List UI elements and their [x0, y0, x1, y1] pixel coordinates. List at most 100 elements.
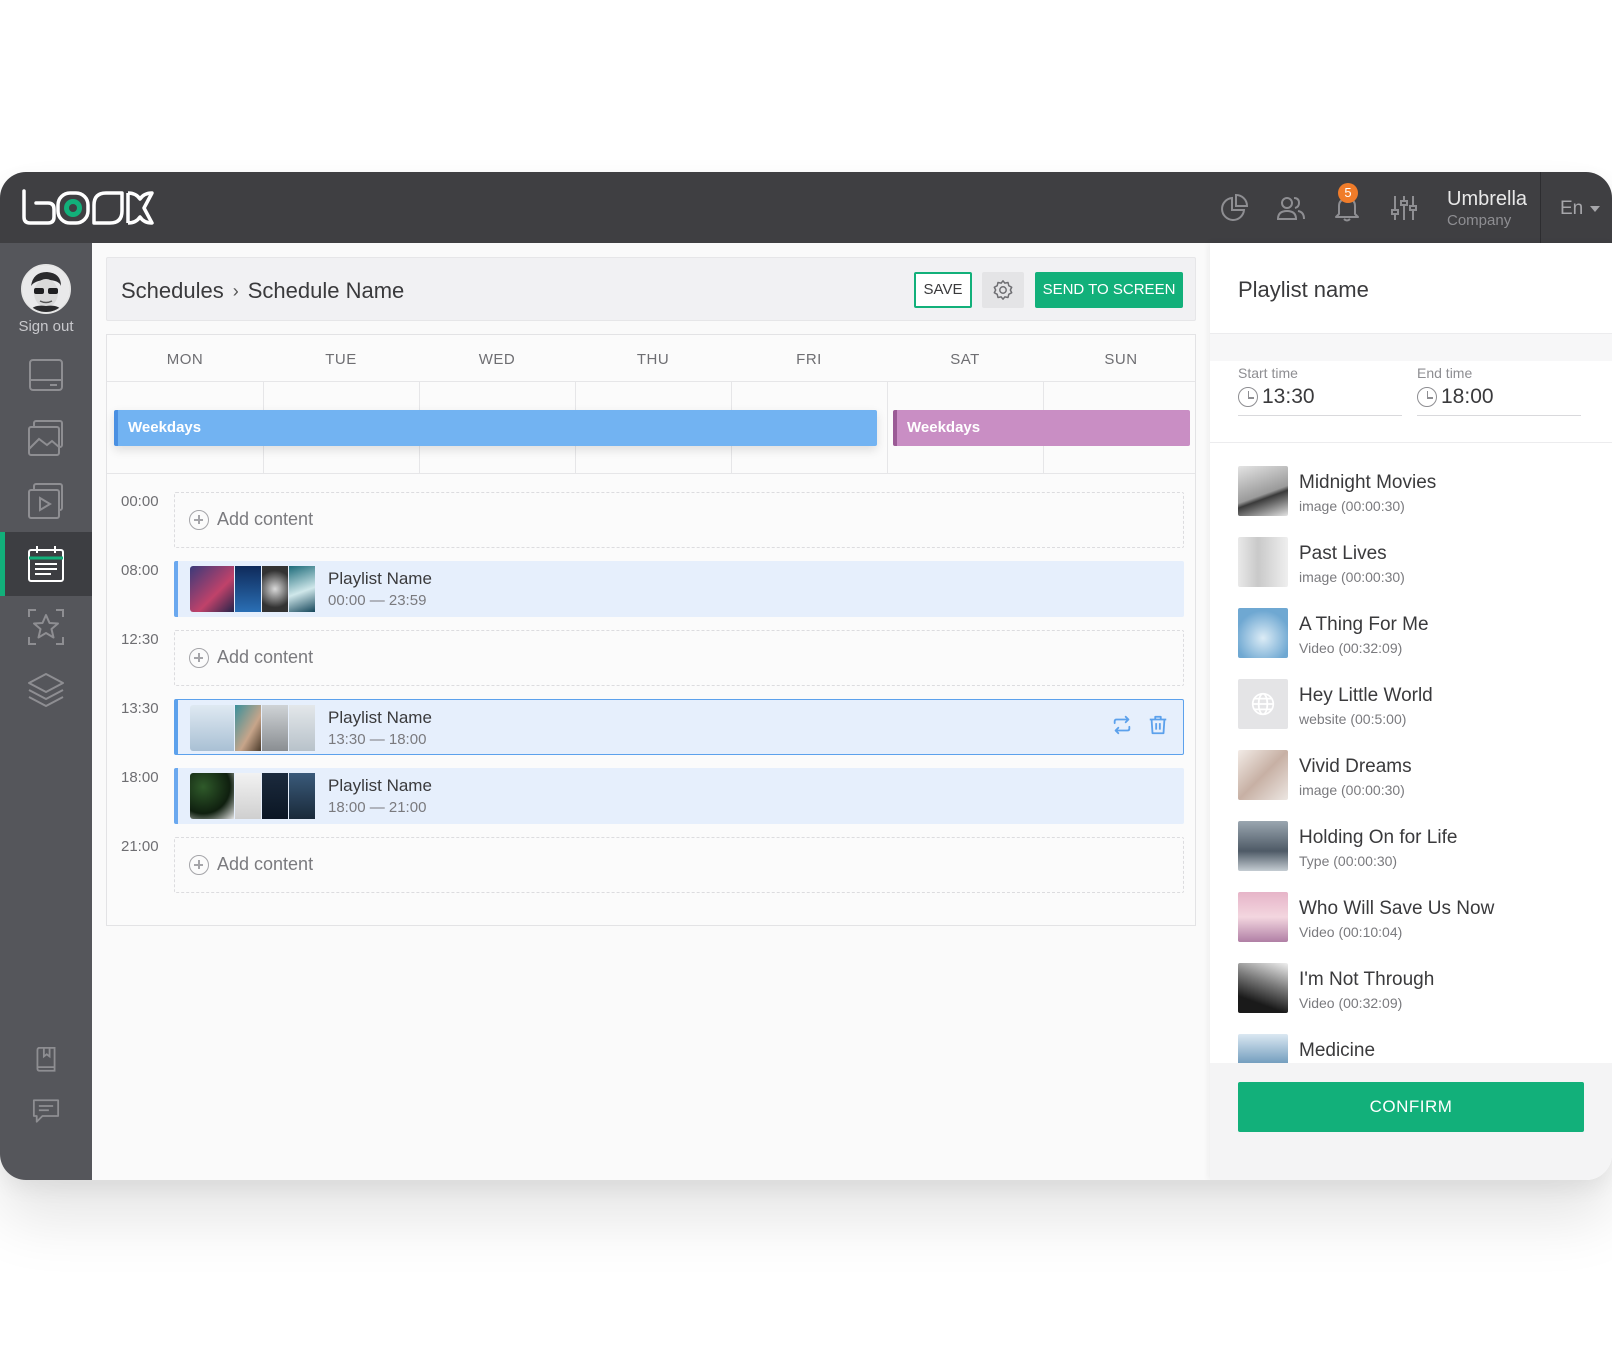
company-name[interactable]: Umbrella: [1447, 188, 1527, 211]
add-content-button[interactable]: Add content: [189, 509, 313, 530]
media-title: Past Lives: [1299, 543, 1387, 564]
media-subtitle: image (00:00:30): [1299, 498, 1405, 514]
thumbnail-image: [262, 705, 288, 751]
thumbnail-image: [235, 566, 261, 612]
look-logo[interactable]: [20, 187, 160, 227]
row-actions: [1111, 714, 1169, 736]
playlist-thumbnails: [190, 705, 316, 751]
sidebar-item-schedules[interactable]: [0, 532, 92, 596]
add-content-label: Add content: [217, 647, 314, 667]
time-label: 18:00: [121, 769, 159, 786]
notification-badge: 5: [1338, 183, 1358, 203]
thumbnail-image: [190, 773, 234, 819]
weekday-header: MON TUE WED THU FRI SAT SUN: [107, 335, 1195, 382]
playlist-time-range: 18:00 — 21:00: [328, 799, 427, 816]
panel-title: Playlist name: [1238, 277, 1369, 302]
breadcrumb: Schedules › Schedule Name: [121, 278, 404, 304]
sidebar: Sign out: [0, 243, 92, 1180]
media-subtitle: website (00:5:00): [1299, 711, 1407, 727]
media-title: A Thing For Me: [1299, 614, 1429, 635]
media-item[interactable]: Vivid Dreams image (00:00:30): [1238, 750, 1598, 806]
empty-slot[interactable]: Add content: [174, 492, 1184, 548]
settings-button[interactable]: [982, 272, 1024, 308]
media-item[interactable]: Hey Little World website (00:5:00): [1238, 679, 1598, 735]
empty-slot[interactable]: Add content: [174, 630, 1184, 686]
day-label: SUN: [1104, 351, 1138, 368]
add-content-button[interactable]: Add content: [189, 854, 313, 875]
media-title: Hey Little World: [1299, 685, 1433, 706]
thumbnail-image: [190, 566, 234, 612]
end-time-field[interactable]: 18:00: [1417, 385, 1494, 409]
media-thumbnail: [1238, 963, 1288, 1013]
avatar[interactable]: [21, 264, 71, 314]
playlist-thumbnails: [190, 566, 316, 612]
weekend-bar[interactable]: Weekdays: [893, 410, 1190, 446]
sidebar-item-favorites[interactable]: [0, 595, 92, 659]
schedule-calendar: MON TUE WED THU FRI SAT SUN Weekdays Wee…: [106, 334, 1196, 926]
sidebar-item-layers[interactable]: [0, 658, 92, 722]
playlist-slot-selected[interactable]: Playlist Name 13:30 — 18:00: [174, 699, 1184, 755]
topbar-divider: [1540, 172, 1541, 243]
sidebar-item-videos[interactable]: [0, 469, 92, 533]
sidebar-item-chat[interactable]: [0, 1091, 92, 1131]
thumbnail-image: [262, 566, 288, 612]
media-item[interactable]: Who Will Save Us Now Video (00:10:04): [1238, 892, 1598, 948]
playlist-slot[interactable]: Playlist Name 18:00 — 21:00: [174, 768, 1184, 824]
media-title: Vivid Dreams: [1299, 756, 1412, 777]
send-to-screen-button[interactable]: SEND TO SCREEN: [1035, 272, 1183, 308]
sidebar-item-screens[interactable]: [0, 343, 92, 407]
thumbnail-image: [190, 705, 234, 751]
add-content-label: Add content: [217, 509, 314, 529]
media-title: Holding On for Life: [1299, 827, 1458, 848]
media-title: Who Will Save Us Now: [1299, 898, 1495, 919]
empty-slot[interactable]: Add content: [174, 837, 1184, 893]
image-icon: [28, 420, 63, 456]
media-thumbnail: [1238, 608, 1288, 658]
day-label: TUE: [325, 351, 357, 368]
media-item[interactable]: Holding On for Life Type (00:00:30): [1238, 821, 1598, 877]
users-icon[interactable]: [1275, 192, 1307, 224]
media-subtitle: Video (00:10:04): [1299, 924, 1403, 940]
media-subtitle: image (00:00:30): [1299, 569, 1405, 585]
save-button[interactable]: SAVE: [914, 272, 972, 308]
main-content: Schedules › Schedule Name SAVE SEND TO S…: [92, 243, 1206, 1180]
time-label: 00:00: [121, 493, 159, 510]
sidebar-item-images[interactable]: [0, 406, 92, 470]
start-time-field[interactable]: 13:30: [1238, 385, 1315, 409]
weekdays-bar[interactable]: Weekdays: [114, 410, 877, 446]
media-title: Medicine: [1299, 1040, 1376, 1061]
video-icon: [28, 483, 63, 519]
thumbnail-image: [289, 705, 315, 751]
media-subtitle: image (00:00:30): [1299, 782, 1405, 798]
time-label: 13:30: [121, 700, 159, 717]
repeat-icon[interactable]: [1111, 714, 1133, 736]
screen-icon: [29, 359, 63, 391]
panel-footer: CONFIRM: [1210, 1063, 1612, 1180]
time-range-editor: Start time 13:30 End time 18:00: [1210, 361, 1612, 443]
playlist-slot[interactable]: Playlist Name 00:00 — 23:59: [174, 561, 1184, 617]
media-thumbnail: [1238, 466, 1288, 516]
media-item[interactable]: I'm Not Through Video (00:32:09): [1238, 963, 1598, 1019]
time-label: 12:30: [121, 631, 159, 648]
calendar-icon: [28, 546, 64, 582]
media-item[interactable]: Midnight Movies image (00:00:30): [1238, 466, 1598, 522]
trash-icon[interactable]: [1147, 714, 1169, 736]
media-item[interactable]: Past Lives image (00:00:30): [1238, 537, 1598, 593]
start-time-label: Start time: [1238, 365, 1298, 381]
language-selector[interactable]: En: [1560, 198, 1583, 220]
media-subtitle: Video (00:32:09): [1299, 995, 1403, 1011]
sidebar-item-docs[interactable]: [0, 1040, 92, 1080]
sign-out-link[interactable]: Sign out: [0, 318, 92, 335]
breadcrumb-root[interactable]: Schedules: [121, 278, 224, 304]
equalizer-icon[interactable]: [1388, 192, 1420, 224]
clock-icon: [1417, 387, 1437, 407]
start-time-value: 13:30: [1262, 385, 1315, 408]
company-subtitle: Company: [1447, 212, 1512, 229]
chevron-right-icon: ›: [232, 280, 239, 301]
confirm-button[interactable]: CONFIRM: [1238, 1082, 1584, 1132]
caret-down-icon[interactable]: [1590, 206, 1600, 212]
analytics-icon[interactable]: [1218, 192, 1250, 224]
globe-icon: [1251, 692, 1275, 716]
add-content-button[interactable]: Add content: [189, 647, 313, 668]
media-item[interactable]: A Thing For Me Video (00:32:09): [1238, 608, 1598, 664]
